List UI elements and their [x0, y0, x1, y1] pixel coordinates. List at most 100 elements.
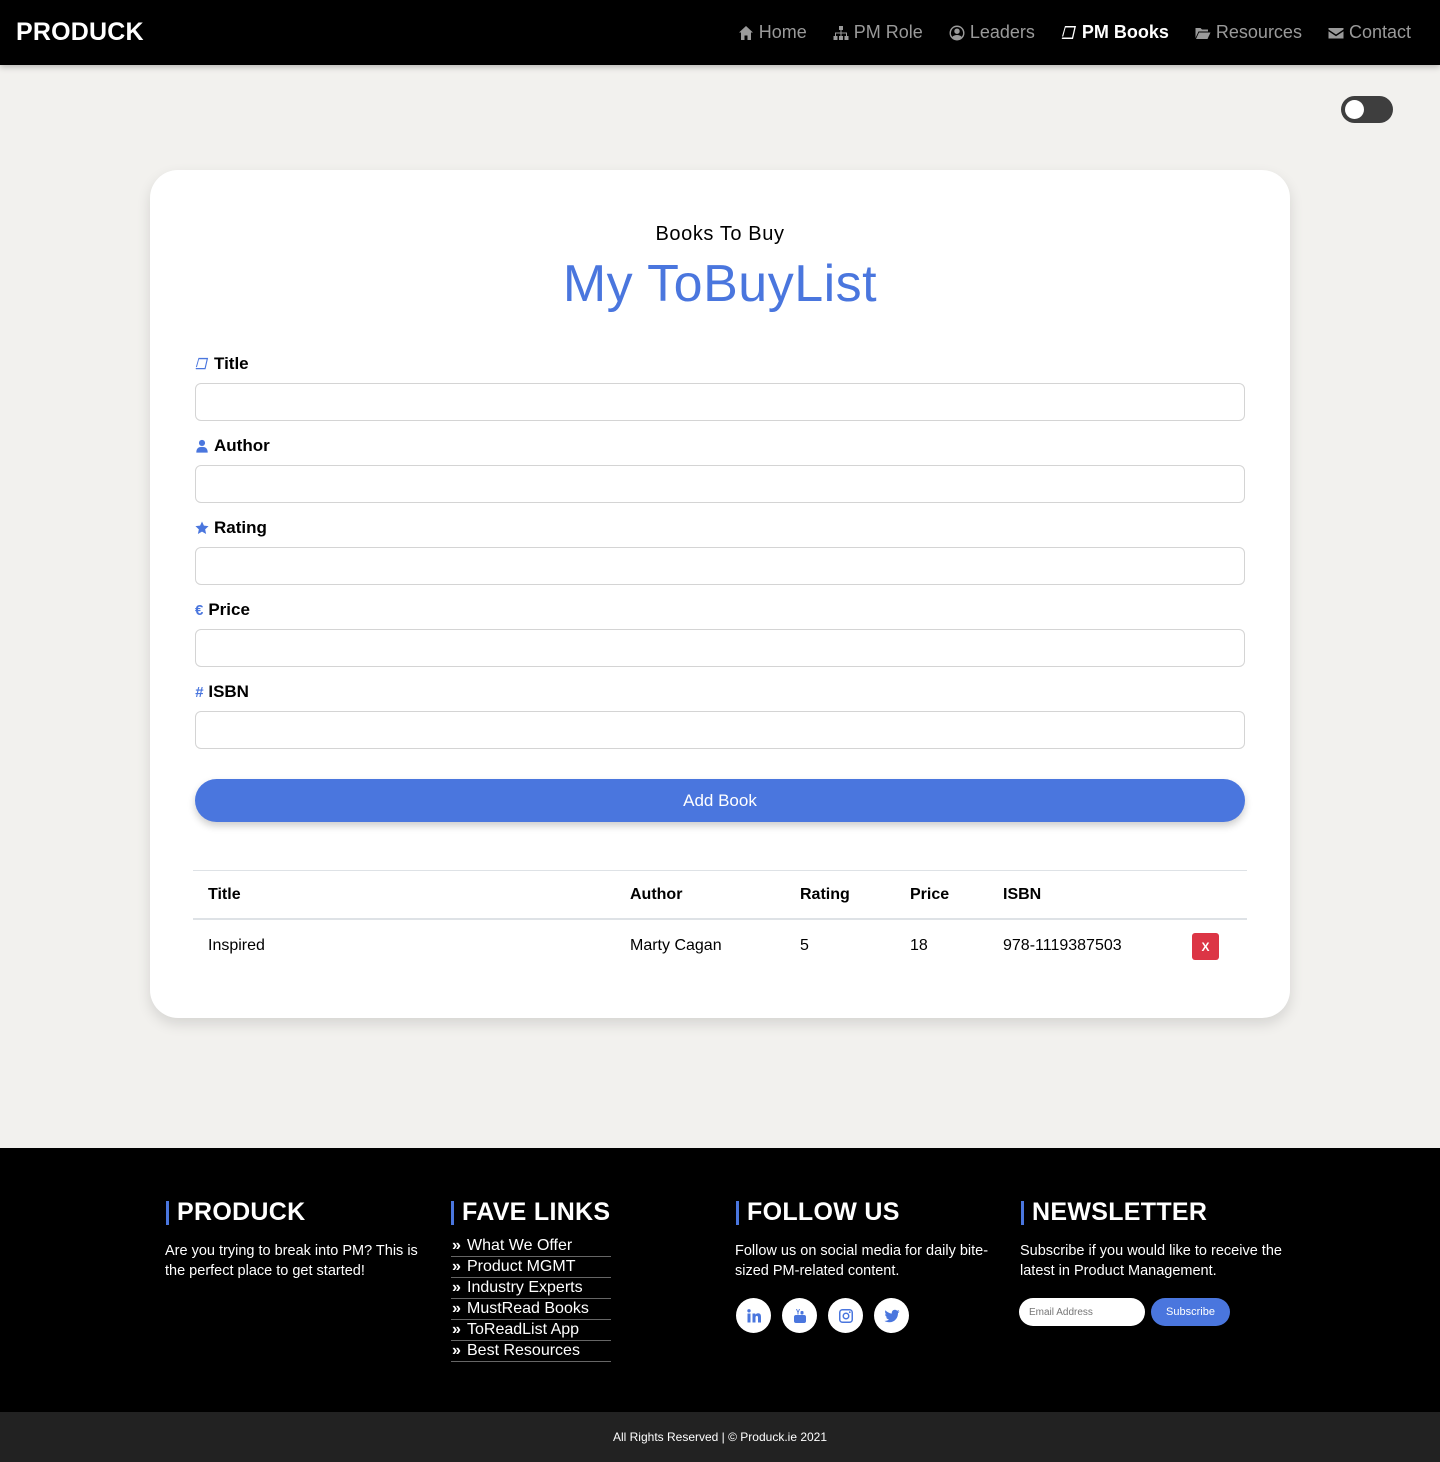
social-links [736, 1298, 996, 1333]
footer-about-heading-text: PRODUCK [177, 1198, 306, 1226]
footer-link-label: Product MGMT [467, 1258, 576, 1275]
user-icon [195, 439, 209, 453]
nav-menu: Home PM Role Leaders PM Books Resources … [738, 22, 1411, 43]
footer-about-heading: PRODUCK [166, 1198, 426, 1227]
twitter-link[interactable] [874, 1298, 909, 1333]
euro-icon: € [195, 601, 204, 619]
nav-item-home[interactable]: Home [738, 22, 807, 43]
footer-newsletter-heading: NEWSLETTER [1021, 1198, 1291, 1227]
tobuylist-card: Books To Buy My ToBuyList Title Author R… [150, 170, 1290, 1018]
footer-link-best-resources[interactable]: » Best Resources [451, 1341, 611, 1362]
nav-item-pm-role[interactable]: PM Role [833, 22, 923, 43]
price-input[interactable] [195, 629, 1245, 667]
link-arrow: » [452, 1321, 461, 1338]
rating-label-text: Rating [214, 518, 267, 537]
nav-item-label: PM Books [1081, 22, 1169, 42]
footer-link-label: Best Resources [467, 1342, 580, 1359]
linkedin-link[interactable] [736, 1298, 771, 1333]
link-arrow: » [452, 1279, 461, 1296]
table-header: Title Author Rating Price ISBN [193, 870, 1247, 920]
title-input[interactable] [195, 383, 1245, 421]
nav-item-contact[interactable]: Contact [1328, 22, 1411, 43]
linkedin-icon [746, 1308, 761, 1322]
footer-about: PRODUCK Are you trying to break into PM?… [165, 1198, 426, 1281]
folder-open-icon [1195, 27, 1211, 39]
instagram-icon [838, 1308, 853, 1323]
books-table: Title Author Rating Price ISBN Inspired … [193, 870, 1247, 972]
title-label: Title [195, 354, 249, 374]
envelope-icon [1328, 27, 1344, 38]
heading-accent-bar [1021, 1200, 1024, 1225]
book-icon [1061, 25, 1076, 39]
nav-item-label: Home [758, 22, 807, 42]
column-header-rating: Rating [800, 886, 850, 903]
footer-link-product-mgmt[interactable]: » Product MGMT [451, 1257, 611, 1278]
table-row: Inspired Marty Cagan 5 18 978-1119387503… [193, 920, 1247, 972]
footer-links-list: » What We Offer » Product MGMT » Industry E… [451, 1236, 611, 1362]
rating-input[interactable] [195, 547, 1245, 585]
footer-link-toreadlist-app[interactable]: » ToReadList App [451, 1320, 611, 1341]
heading-accent-bar [166, 1200, 169, 1225]
navbar: PRODUCK Home PM Role Leaders PM Books Re… [0, 0, 1440, 65]
isbn-label: # ISBN [195, 682, 249, 702]
footer-links-heading: FAVE LINKS [451, 1198, 631, 1227]
cell-price: 18 [910, 937, 928, 954]
isbn-label-text: ISBN [208, 682, 249, 701]
nav-item-leaders[interactable]: Leaders [949, 22, 1035, 43]
hashtag-icon: # [195, 683, 204, 701]
footer-newsletter-heading-text: NEWSLETTER [1032, 1198, 1208, 1226]
sitemap-icon [833, 25, 849, 40]
user-circle-icon [949, 25, 965, 40]
footer-link-what-we-offer[interactable]: » What We Offer [451, 1236, 611, 1257]
footer-link-label: ToReadList App [467, 1321, 580, 1338]
footer-follow-text: Follow us on social media for daily bite… [735, 1243, 989, 1279]
column-header-price: Price [910, 886, 950, 903]
column-header-title: Title [208, 886, 241, 903]
rating-label: Rating [195, 518, 267, 538]
newsletter-email-input[interactable] [1019, 1298, 1145, 1326]
nav-item-pm-books[interactable]: PM Books [1061, 22, 1169, 43]
link-arrow: » [452, 1300, 461, 1317]
footer-follow-heading-text: FOLLOW US [747, 1198, 900, 1226]
book-icon [195, 357, 209, 371]
dark-mode-toggle[interactable] [1341, 96, 1393, 123]
column-header-isbn: ISBN [1003, 886, 1042, 903]
add-book-button[interactable]: Add Book [195, 779, 1245, 822]
twitter-icon [883, 1309, 899, 1322]
home-icon [738, 25, 753, 40]
brand-logo[interactable]: PRODUCK [16, 18, 144, 47]
cell-rating: 5 [800, 937, 809, 954]
price-label-text: Price [208, 600, 250, 619]
footer-link-mustread-books[interactable]: » MustRead Books [451, 1299, 611, 1320]
toggle-knob [1345, 100, 1364, 119]
cell-title: Inspired [208, 937, 265, 954]
footer-links: FAVE LINKS » What We Offer » Product MGMT … [451, 1198, 631, 1362]
delete-book-button[interactable]: X [1192, 933, 1219, 960]
isbn-input[interactable] [195, 711, 1245, 749]
footer: PRODUCK Are you trying to break into PM?… [0, 1148, 1440, 1412]
author-label-text: Author [214, 436, 270, 455]
section-subtitle: Books To Buy [655, 223, 785, 245]
footer-newsletter: NEWSLETTER Subscribe if you would like t… [1019, 1198, 1291, 1326]
newsletter-form: Subscribe [1019, 1298, 1291, 1326]
page-title: My ToBuyList [562, 255, 878, 313]
nav-item-resources[interactable]: Resources [1195, 22, 1302, 43]
footer-links-heading-text: FAVE LINKS [462, 1198, 611, 1226]
nav-item-label: Contact [1348, 22, 1411, 42]
instagram-link[interactable] [828, 1298, 863, 1333]
author-label: Author [195, 436, 270, 456]
cell-author: Marty Cagan [630, 937, 722, 954]
author-input[interactable] [195, 465, 1245, 503]
nav-item-label: PM Role [853, 22, 923, 42]
price-label: € Price [195, 600, 250, 620]
column-header-author: Author [630, 886, 683, 903]
youtube-link[interactable] [782, 1298, 817, 1333]
footer-link-industry-experts[interactable]: » Industry Experts [451, 1278, 611, 1299]
cell-isbn: 978-1119387503 [1003, 937, 1122, 954]
footer-link-label: What We Offer [467, 1237, 573, 1254]
footer-link-label: Industry Experts [467, 1279, 583, 1296]
link-arrow: » [452, 1342, 461, 1359]
link-arrow: » [452, 1258, 461, 1275]
subscribe-button[interactable]: Subscribe [1151, 1298, 1230, 1326]
copyright-bar: All Rights Reserved | © Produck.ie 2021 [0, 1412, 1440, 1462]
